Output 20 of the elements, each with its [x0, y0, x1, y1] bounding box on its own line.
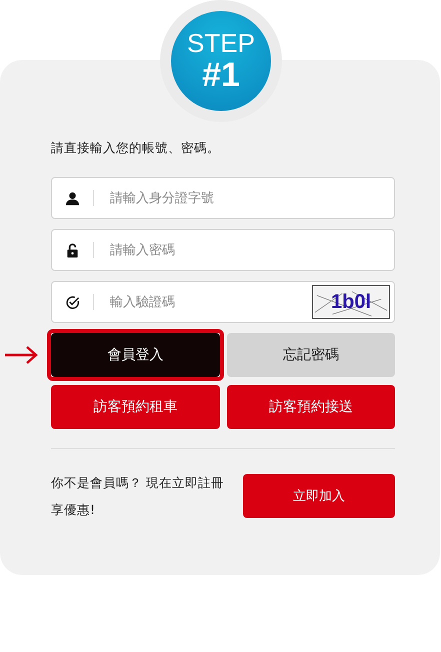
captcha-text: 1b0l	[330, 290, 372, 314]
step-label: STEP	[187, 29, 255, 57]
instruction-text: 請直接輸入您的帳號、密碼。	[51, 140, 221, 157]
signup-text: 你不是會員嗎？ 現在立即註冊享優惠!	[51, 474, 225, 519]
person-icon	[65, 190, 80, 206]
text-input[interactable]: 請輸入身分證字號	[108, 190, 394, 206]
text-input[interactable]: 請輸入密碼	[108, 242, 394, 258]
input-field[interactable]: 請輸入密碼	[51, 229, 395, 271]
action-button[interactable]: 訪客預約接送	[226, 385, 395, 429]
join-button[interactable]: 立即加入	[243, 474, 395, 518]
action-button[interactable]: 訪客預約租車	[51, 385, 220, 429]
check-circle-icon	[65, 294, 80, 310]
text-input[interactable]: 輸入驗證碼	[108, 294, 312, 310]
action-button[interactable]: 忘記密碼	[226, 333, 395, 377]
input-field[interactable]: 請輸入身分證字號	[51, 177, 395, 219]
step-number: #1	[202, 57, 240, 93]
action-button[interactable]: 會員登入	[51, 333, 220, 377]
unlocked-padlock-icon	[65, 242, 80, 258]
arrow-icon	[3, 345, 39, 365]
input-field[interactable]: 輸入驗證碼 1b0l	[51, 281, 395, 323]
